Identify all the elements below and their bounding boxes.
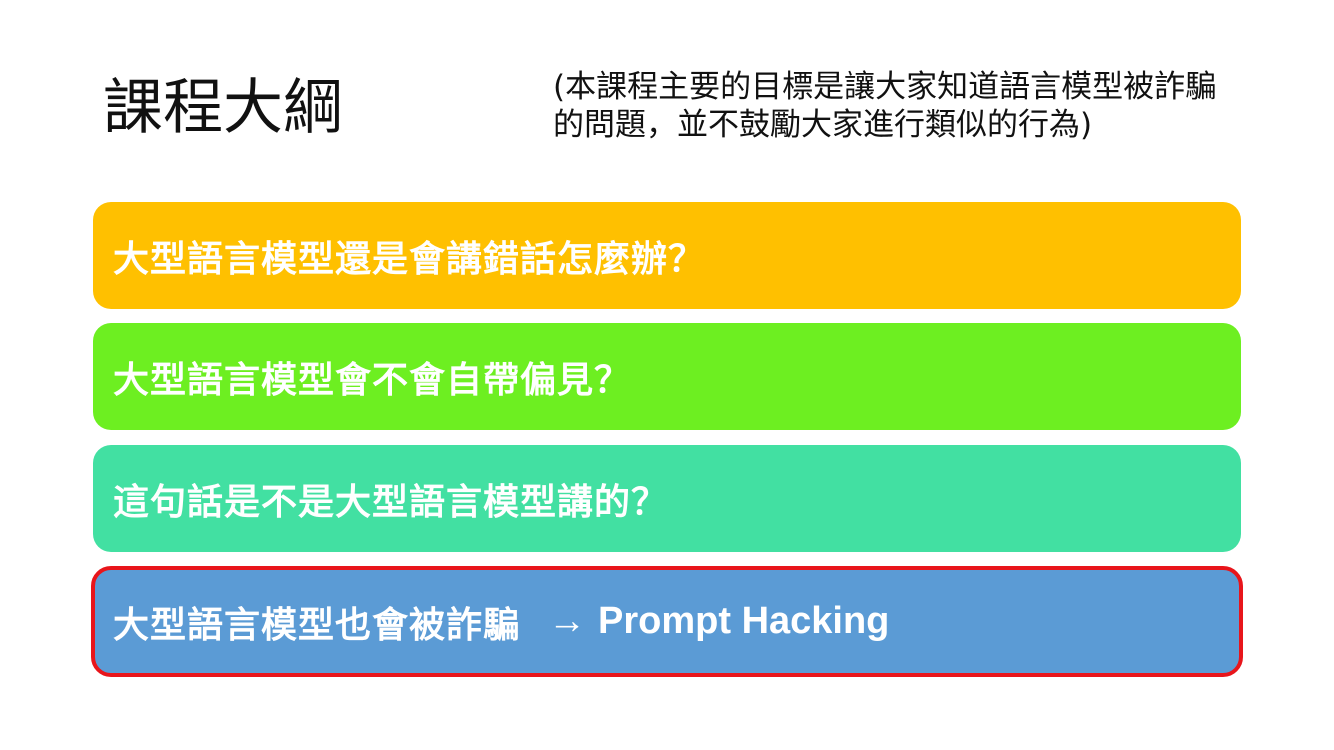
course-disclaimer: (本課程主要的目標是讓大家知道語言模型被詐騙 的問題，並不鼓勵大家進行類似的行為… (553, 68, 1273, 144)
prompt-hacking-label: Prompt Hacking (598, 600, 890, 642)
topic-label: 大型語言模型還是會講錯話怎麼辦？ (113, 238, 706, 280)
topic-item-hallucination: 大型語言模型還是會講錯話怎麼辦？ (93, 202, 1241, 309)
topic-label: 這句話是不是大型語言模型講的？ (113, 481, 669, 523)
topic-item-prompt-hacking: 大型語言模型也會被詐騙 → Prompt Hacking (91, 566, 1243, 677)
topic-label: 大型語言模型會不會自帶偏見？ (113, 359, 632, 401)
topic-item-bias: 大型語言模型會不會自帶偏見？ (93, 323, 1241, 430)
topic-item-detection: 這句話是不是大型語言模型講的？ (93, 445, 1241, 552)
disclaimer-line-2: 的問題，並不鼓勵大家進行類似的行為) (553, 107, 1093, 143)
prompt-hacking-tag: → Prompt Hacking (548, 600, 889, 643)
right-arrow-icon: → (548, 600, 587, 642)
slide-title: 課程大綱 (103, 73, 343, 143)
disclaimer-line-1: (本課程主要的目標是讓大家知道語言模型被詐騙 (553, 69, 1217, 105)
topic-label: 大型語言模型也會被詐騙 (113, 604, 521, 646)
